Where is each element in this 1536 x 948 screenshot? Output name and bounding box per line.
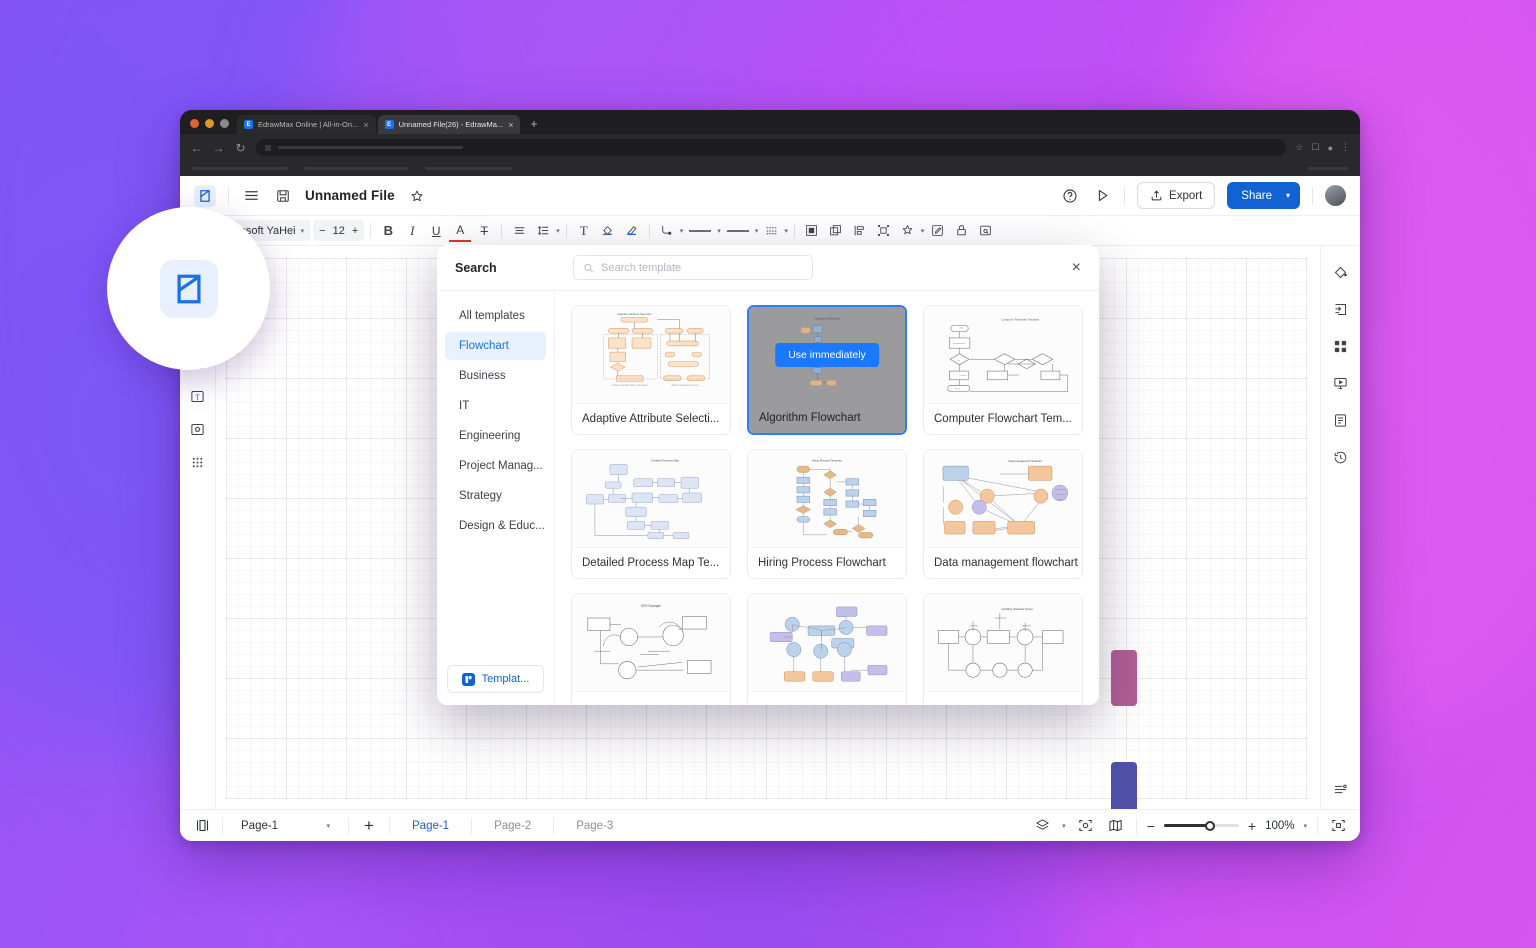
templates-button[interactable]: Templat... bbox=[447, 665, 544, 693]
modal-overlay: Search × All templates Flowchart Busines… bbox=[180, 110, 1360, 841]
flowchart-thumb bbox=[769, 606, 888, 682]
svg-text:Get information: Get information bbox=[952, 342, 965, 345]
detailed-process-map-thumb: Detailed Process Map bbox=[585, 458, 702, 540]
template-card[interactable]: Adaptive Attribute Selection Feature sel… bbox=[571, 305, 731, 435]
sidebar-item-it[interactable]: IT bbox=[445, 392, 546, 420]
template-thumbnail: Data management flowchart bbox=[924, 450, 1082, 547]
svg-text:Hiring Process Flowchart: Hiring Process Flowchart bbox=[812, 458, 842, 462]
template-name: Data management flowchart bbox=[924, 547, 1082, 578]
sidebar-item-business[interactable]: Business bbox=[445, 362, 546, 390]
close-icon[interactable]: × bbox=[1072, 259, 1081, 276]
category-sidebar: All templates Flowchart Business IT Engi… bbox=[437, 291, 555, 705]
template-card-selected[interactable]: Algorithm Flowchart Use immediately Algo… bbox=[747, 305, 907, 435]
handling-graduate-crisies-thumb: Handling Graduate Crisies bbox=[937, 607, 1064, 678]
svg-text:Computer Flowchart Template: Computer Flowchart Template bbox=[1002, 318, 1040, 322]
template-name: Algorithm Flowchart bbox=[749, 402, 905, 433]
search-template-field[interactable] bbox=[601, 261, 803, 274]
template-name bbox=[924, 691, 1082, 705]
template-search-dialog: Search × All templates Flowchart Busines… bbox=[437, 245, 1099, 705]
svg-text:Finish: Finish bbox=[955, 388, 960, 390]
template-card[interactable]: DFD Example bbox=[571, 593, 731, 705]
svg-text:Start: Start bbox=[960, 326, 964, 329]
template-thumbnail bbox=[748, 594, 906, 691]
sidebar-footer: Templat... bbox=[437, 665, 554, 693]
template-card[interactable]: Hiring Process Flowchart Hiring Process … bbox=[747, 449, 907, 579]
templates-icon bbox=[461, 672, 475, 686]
template-grid[interactable]: Adaptive Attribute Selection Feature sel… bbox=[555, 291, 1099, 705]
search-input[interactable] bbox=[573, 255, 813, 280]
svg-text:Adaptive Attribute Selection: Adaptive Attribute Selection bbox=[617, 312, 652, 316]
templates-label: Templat... bbox=[481, 673, 530, 685]
hiring-process-flowchart-thumb: Hiring Process Flowchart bbox=[795, 458, 877, 539]
svg-text:Data management flowchart: Data management flowchart bbox=[1008, 459, 1042, 463]
template-name: Computer Flowchart Tem... bbox=[924, 403, 1082, 434]
template-thumbnail: Hiring Process Flowchart bbox=[748, 450, 906, 547]
dfd-example-thumb: DFD Example bbox=[587, 604, 712, 680]
template-thumbnail: Adaptive Attribute Selection Feature sel… bbox=[572, 306, 730, 403]
sidebar-item-all-templates[interactable]: All templates bbox=[445, 302, 546, 330]
logo-magnifier-callout bbox=[107, 207, 270, 370]
svg-text:No: No bbox=[957, 360, 959, 362]
svg-text:Feature selection before optim: Feature selection before optimization bbox=[612, 384, 649, 387]
search-icon bbox=[584, 263, 593, 272]
svg-text:Detailed Process Map: Detailed Process Map bbox=[651, 458, 679, 462]
template-thumbnail: DFD Example bbox=[572, 594, 730, 691]
use-immediately-button[interactable]: Use immediately bbox=[775, 342, 879, 367]
dialog-title: Search bbox=[455, 260, 497, 275]
template-thumbnail: Detailed Process Map bbox=[572, 450, 730, 547]
template-card[interactable] bbox=[747, 593, 907, 705]
computer-flowchart-thumb: Computer Flowchart Template Start Get inf… bbox=[947, 318, 1069, 392]
template-card[interactable]: Data management flowchart Data managemen… bbox=[923, 449, 1083, 579]
data-management-flowchart-thumb: Data management flowchart bbox=[942, 459, 1069, 535]
edrawmax-logo-icon-large bbox=[159, 259, 218, 318]
template-name bbox=[748, 691, 906, 705]
dialog-body: All templates Flowchart Business IT Engi… bbox=[437, 291, 1099, 705]
template-thumbnail: Computer Flowchart Template Start Get inf… bbox=[924, 306, 1082, 403]
sidebar-item-project-management[interactable]: Project Manag... bbox=[445, 452, 546, 480]
adaptive-attribute-selection-thumb: Adaptive Attribute Selection Feature sel… bbox=[603, 312, 710, 387]
template-name: Detailed Process Map Te... bbox=[572, 547, 730, 578]
template-name bbox=[572, 691, 730, 705]
template-thumbnail: Handling Graduate Crisies bbox=[924, 594, 1082, 691]
template-thumbnail: Algorithm Flowchart Use immediately bbox=[749, 307, 905, 402]
template-card[interactable]: Detailed Process Map Detailed Process Ma… bbox=[571, 449, 731, 579]
sidebar-item-design-education[interactable]: Design & Educ... bbox=[445, 512, 546, 540]
sidebar-item-strategy[interactable]: Strategy bbox=[445, 482, 546, 510]
svg-text:Process: Process bbox=[960, 374, 967, 377]
svg-text:Attribute evaluation process: Attribute evaluation process bbox=[671, 384, 699, 387]
template-name: Adaptive Attribute Selecti... bbox=[572, 403, 730, 434]
template-name: Hiring Process Flowchart bbox=[748, 547, 906, 578]
dialog-header: Search × bbox=[437, 245, 1099, 291]
sidebar-item-engineering[interactable]: Engineering bbox=[445, 422, 546, 450]
template-card[interactable]: Handling Graduate Crisies bbox=[923, 593, 1083, 705]
sidebar-item-flowchart[interactable]: Flowchart bbox=[445, 332, 546, 360]
template-card[interactable]: Computer Flowchart Template Start Get inf… bbox=[923, 305, 1083, 435]
svg-text:Algorithm Flowchart: Algorithm Flowchart bbox=[815, 316, 840, 320]
svg-text:DFD Example: DFD Example bbox=[641, 604, 661, 608]
browser-window: E EdrawMax Online | All-in-On... × E Unn… bbox=[180, 110, 1360, 841]
svg-text:Handling Graduate Crisies: Handling Graduate Crisies bbox=[1002, 607, 1034, 611]
